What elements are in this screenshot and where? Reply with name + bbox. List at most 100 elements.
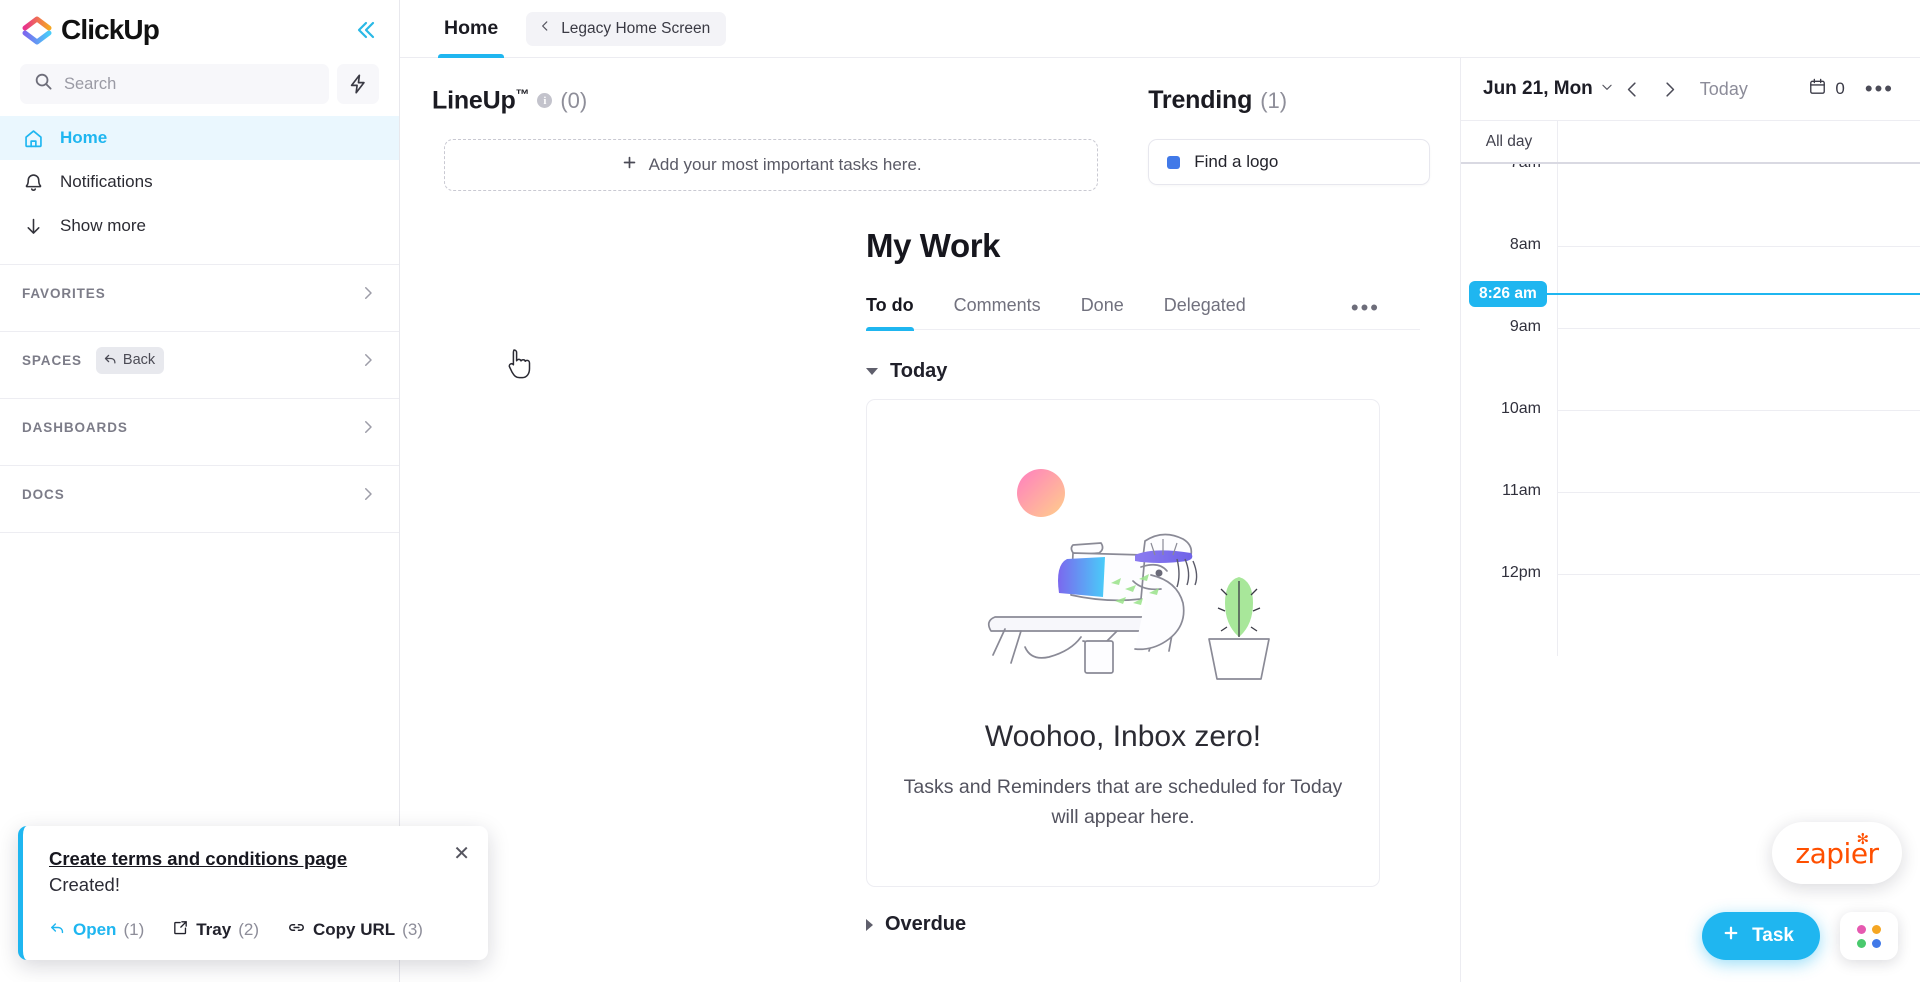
trending-item[interactable]: Find a logo [1148, 139, 1430, 185]
status-square-icon [1167, 155, 1181, 169]
sidebar-section-docs[interactable]: DOCS [0, 466, 399, 522]
chevron-right-icon[interactable] [359, 485, 377, 503]
calendar-event-count[interactable]: 0 [1808, 77, 1845, 101]
current-time-line [1546, 292, 1920, 296]
back-arrow-icon [103, 351, 118, 370]
trending-header: Trending (1) [1148, 86, 1430, 115]
sidebar-header: ClickUp [0, 0, 399, 60]
group-today[interactable]: Today [866, 360, 1420, 383]
arrow-down-icon [22, 216, 44, 237]
search-row [0, 60, 399, 116]
calendar-icon [1808, 77, 1827, 101]
trending-item-label: Find a logo [1194, 152, 1279, 171]
hour-row: 7am [1461, 164, 1920, 246]
sidebar-section-spaces[interactable]: SPACES Back [0, 332, 399, 388]
sidebar-item-notifications[interactable]: Notifications [0, 160, 399, 204]
caret-right-icon [866, 918, 873, 931]
sidebar-item-label-home: Home [60, 128, 108, 147]
empty-state-subtitle: Tasks and Reminders that are scheduled f… [903, 775, 1343, 828]
zapier-logo-label: zapier ✻ [1795, 829, 1879, 870]
hour-row: 10am [1461, 400, 1920, 492]
calendar-header: Jun 21, Mon Today 0 ••• [1461, 58, 1920, 120]
chevron-right-icon[interactable] [359, 418, 377, 436]
legacy-home-screen-chip[interactable]: Legacy Home Screen [526, 11, 727, 46]
sidebar-section-dashboards[interactable]: DASHBOARDS [0, 399, 399, 455]
clickup-app: ClickUp Search Home Notifications Show m… [0, 0, 1920, 982]
tab-delegated[interactable]: Delegated [1164, 295, 1246, 329]
back-button[interactable]: Back [95, 346, 165, 374]
lineup-panel: LineUp™ i (0) Add your most important ta… [432, 86, 1108, 192]
hour-label-10am: 10am [1500, 400, 1541, 417]
hour-cell[interactable] [1557, 574, 1920, 656]
sidebar-item-show-more[interactable]: Show more [0, 204, 399, 248]
plus-icon [621, 154, 638, 176]
hour-cell[interactable] [1557, 410, 1920, 492]
calendar-prev-button[interactable] [1614, 80, 1651, 99]
lineup-count: (0) [560, 87, 588, 113]
top-panels: LineUp™ i (0) Add your most important ta… [400, 58, 1460, 192]
apps-grid-icon [1856, 924, 1882, 948]
lightning-bolt-icon[interactable] [337, 64, 379, 104]
hour-row: 11am [1461, 482, 1920, 574]
plus-icon [1722, 924, 1740, 948]
mywork-section: My Work To do Comments Done Delegated ••… [400, 227, 1460, 936]
zapier-button[interactable]: zapier ✻ [1772, 822, 1902, 884]
trending-title: Trending [1148, 86, 1253, 114]
page-title: My Work [866, 227, 1001, 265]
sidebar-item-label-show-more: Show more [60, 216, 146, 235]
brand[interactable]: ClickUp [22, 14, 160, 46]
toast-copy-url-label: Copy URL [313, 920, 396, 939]
hour-cell[interactable] [1557, 164, 1920, 246]
toast-tray-action[interactable]: Tray (2) [172, 919, 259, 941]
tab-home[interactable]: Home [430, 0, 512, 58]
hour-label-7am: 7am [1510, 164, 1541, 172]
search-box[interactable] [20, 64, 329, 104]
hour-cell[interactable] [1557, 492, 1920, 574]
toast-open-action[interactable]: Open (1) [49, 919, 144, 941]
tab-done[interactable]: Done [1081, 295, 1124, 329]
tray-icon [172, 919, 189, 941]
bell-icon [22, 172, 44, 193]
sidebar-item-home[interactable]: Home [0, 116, 399, 160]
hour-label-8am: 8am [1509, 236, 1541, 253]
search-input[interactable] [64, 74, 315, 94]
calendar-next-button[interactable] [1651, 80, 1688, 99]
toast-subtitle: Created! [49, 874, 120, 895]
calendar-today-button[interactable]: Today [1700, 79, 1748, 100]
toast-copy-url-action[interactable]: Copy URL (3) [287, 918, 423, 942]
info-icon[interactable]: i [537, 93, 553, 109]
current-time-indicator: 8:26 am [1461, 281, 1920, 307]
caret-down-icon [866, 368, 878, 376]
hour-label-12pm: 12pm [1500, 564, 1541, 581]
trending-panel: Trending (1) Find a logo [1148, 86, 1430, 191]
group-overdue[interactable]: Overdue [866, 913, 1420, 936]
hour-row: 12pm [1461, 564, 1920, 656]
chevron-left-icon [538, 19, 552, 38]
sidebar-section-favorites[interactable]: FAVORITES [0, 265, 399, 321]
zapier-star-icon: ✻ [1856, 829, 1870, 848]
apps-grid-button[interactable] [1840, 912, 1898, 960]
calendar-more-button[interactable]: ••• [1865, 76, 1894, 102]
hour-label-11am: 11am [1502, 482, 1541, 499]
close-icon[interactable]: ✕ [453, 844, 470, 864]
calendar-date-selector[interactable]: Jun 21, Mon [1483, 78, 1614, 100]
sidebar-item-label-notifications: Notifications [60, 172, 153, 191]
toast-title[interactable]: Create terms and conditions page [49, 848, 466, 870]
add-task-button[interactable]: Task [1702, 912, 1820, 960]
toast-open-label: Open [73, 920, 117, 939]
section-label-docs: DOCS [22, 486, 65, 502]
chevron-right-icon[interactable] [359, 351, 377, 369]
legacy-chip-label: Legacy Home Screen [561, 19, 711, 37]
toast-copy-url-num: (3) [402, 920, 423, 939]
tab-todo[interactable]: To do [866, 295, 914, 331]
work-column: LineUp™ i (0) Add your most important ta… [400, 58, 1460, 982]
lineup-dropzone[interactable]: Add your most important tasks here. [444, 139, 1099, 192]
reply-arrow-icon [49, 919, 66, 941]
chevron-right-icon[interactable] [359, 284, 377, 302]
chevrons-left-icon[interactable] [353, 17, 379, 43]
mywork-more-button[interactable]: ••• [1351, 295, 1380, 329]
tab-comments[interactable]: Comments [954, 295, 1041, 329]
hour-cell[interactable] [1557, 328, 1920, 410]
allday-cell[interactable] [1557, 121, 1920, 162]
sidebar-nav: Home Notifications Show more [0, 116, 399, 254]
